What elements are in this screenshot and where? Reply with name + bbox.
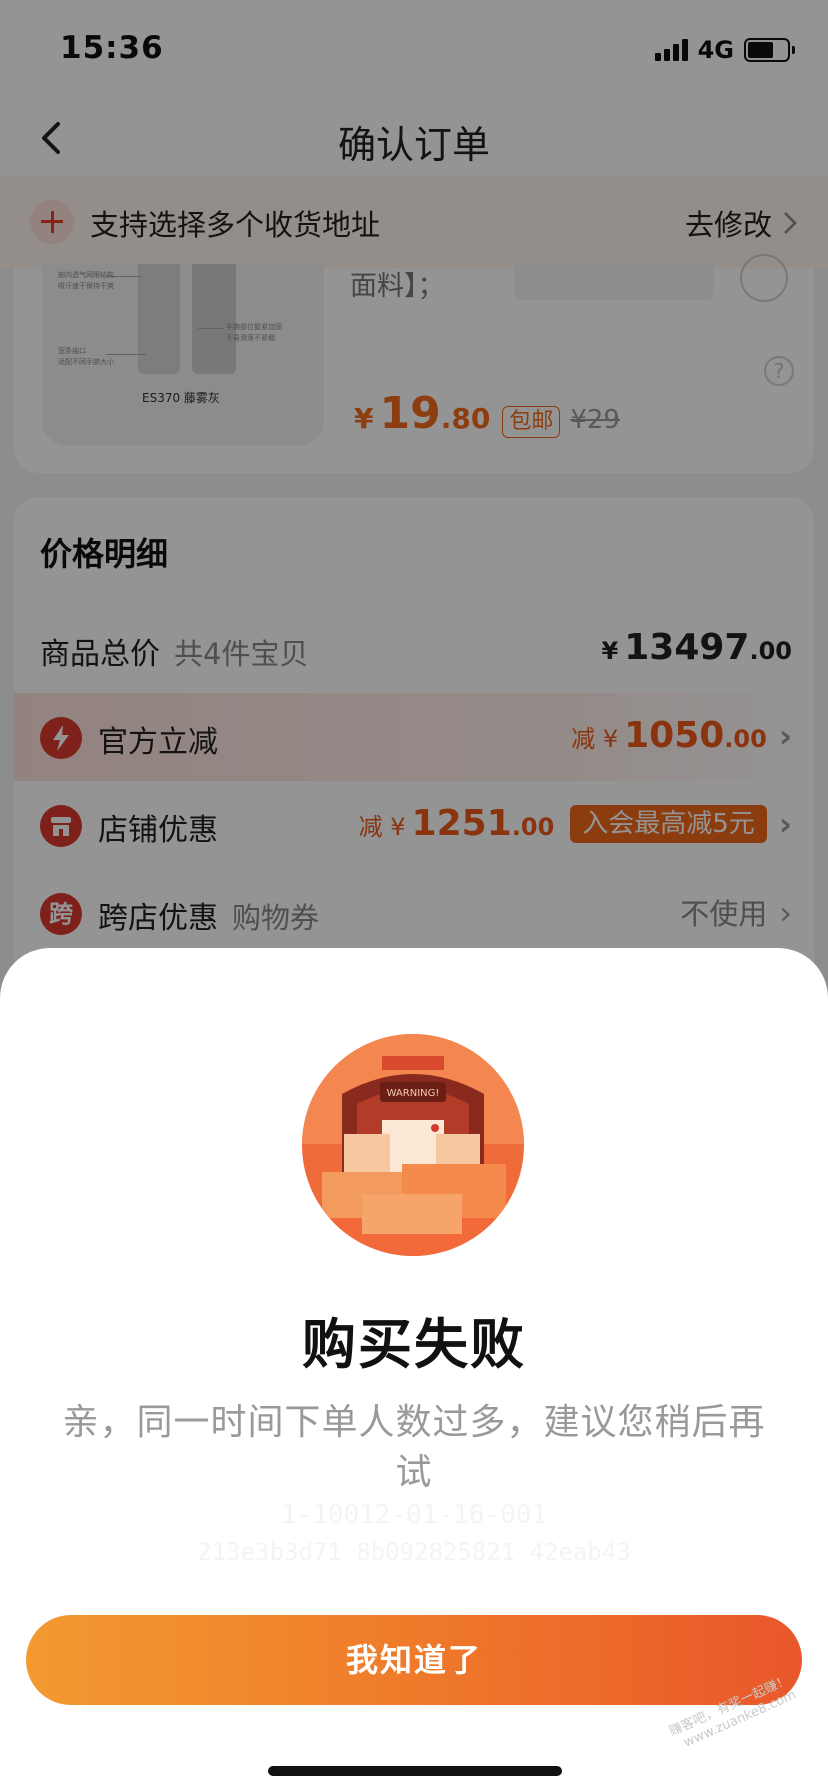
order-confirm-page: 15:36 4G 确认订单 支持选择多个收货地址 去修改 剖内透气网眼结构 吸汗… xyxy=(0,0,828,1792)
warning-truck-illustration: WARNING! xyxy=(302,1034,524,1256)
warning-sign-text: WARNING! xyxy=(387,1088,440,1099)
error-code: 1-10012-01-16-001 xyxy=(280,1500,548,1530)
purchase-failed-sheet: WARNING! 购买失败 亲，同一时间下单人数过多，建议您稍后再试 1-100… xyxy=(0,948,828,1792)
dialog-title: 购买失败 xyxy=(302,1313,526,1376)
acknowledge-button[interactable]: 我知道了 xyxy=(26,1615,802,1705)
trace-id: 213e3b3d71 8b092825821 42eab43 xyxy=(197,1538,631,1566)
home-indicator[interactable] xyxy=(268,1766,562,1776)
dialog-message: 亲，同一时间下单人数过多，建议您稍后再试 xyxy=(62,1402,766,1493)
